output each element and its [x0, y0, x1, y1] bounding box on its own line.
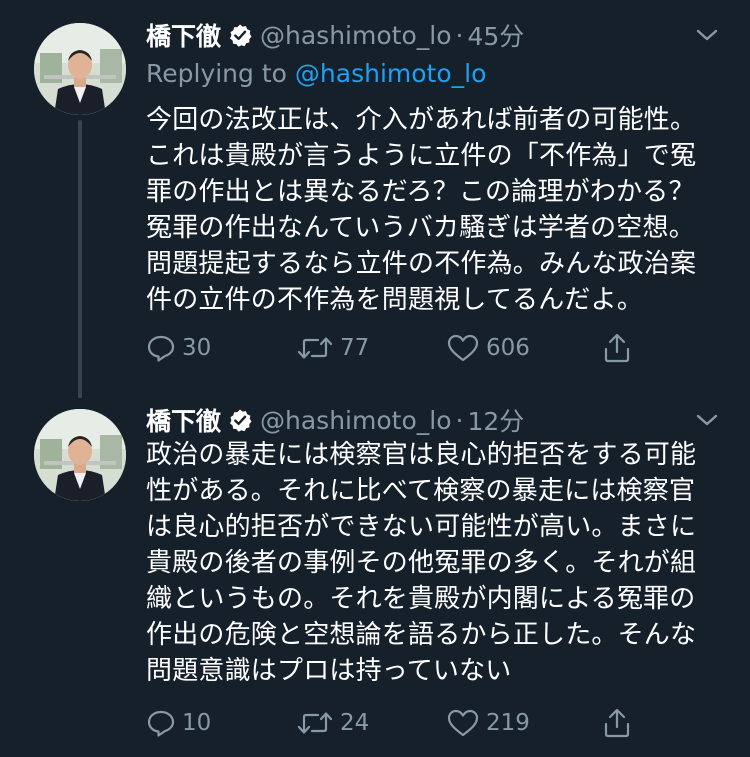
- reply-count: 10: [182, 710, 212, 736]
- chevron-down-icon[interactable]: [694, 24, 720, 46]
- like-button[interactable]: 219: [446, 705, 596, 741]
- tweet-actions: 30 77 606: [146, 330, 720, 366]
- share-icon: [604, 333, 630, 363]
- tweet-text-line: 政治の暴走には検察官は良心的拒否をする可能: [146, 440, 697, 470]
- avatar[interactable]: [34, 409, 126, 501]
- retweet-button[interactable]: 24: [296, 705, 446, 741]
- reply-icon: [147, 710, 175, 737]
- retweet-count: 24: [340, 710, 370, 736]
- tweet-text-line: 作出の危険と空想論を語るから正した。そんな: [146, 620, 697, 650]
- author-handle[interactable]: @hashimoto_lo: [260, 406, 451, 435]
- share-button[interactable]: [601, 705, 639, 741]
- verified-badge-icon: [228, 408, 252, 432]
- verified-badge-icon: [228, 23, 252, 47]
- tweet-actions: 10 24 219: [146, 705, 720, 741]
- avatar[interactable]: [34, 23, 126, 115]
- separator-dot: ·: [455, 20, 464, 50]
- tweet[interactable]: 橋下徹 @hashimoto_lo · 12分 政治の暴走には検察官は良心的拒否…: [0, 395, 750, 757]
- tweet-text-line: 織というもの。それを貴殿が内閣による冤罪の: [146, 584, 696, 614]
- tweet-text-line: 罪の作出とは異なるだろ？この論理がわかる？: [146, 177, 695, 207]
- share-icon: [604, 708, 630, 738]
- tweet-text-line: 問題意識はプロは持っていない: [146, 656, 512, 686]
- replying-to: Replying to @hashimoto_lo: [146, 56, 720, 92]
- tweet-text-line: 問題提起するなら立件の不作為。みんな政治案: [146, 249, 697, 279]
- reply-button[interactable]: 30: [146, 330, 296, 366]
- tweet-text-line: 貴殿の後者の事例その他冤罪の多く。それが組: [146, 548, 697, 578]
- tweet-text: 今回の法改正は、介入があれば前者の可能性。 これは貴殿が言うように立件の「不作為…: [146, 102, 706, 318]
- tweet-text-line: は良心的拒否ができない可能性が高い。まさに: [146, 512, 697, 542]
- reply-count: 30: [182, 335, 212, 361]
- separator-dot: ·: [455, 405, 464, 435]
- share-button[interactable]: [601, 330, 639, 366]
- heart-icon: [447, 334, 479, 362]
- retweet-icon: [297, 712, 333, 734]
- tweet-header: 橋下徹 @hashimoto_lo · 45分: [146, 18, 720, 52]
- tweet-timestamp[interactable]: 45分: [467, 17, 524, 53]
- tweet-text-line: 性がある。それに比べて検察の暴走には検察官: [146, 476, 696, 506]
- like-count: 606: [486, 335, 530, 361]
- tweet-header: 橋下徹 @hashimoto_lo · 12分: [146, 403, 720, 437]
- like-count: 219: [486, 710, 530, 736]
- tweet-text-line: 件の立件の不作為を問題視してるんだよ。: [146, 285, 644, 315]
- tweet-text-line: これは貴殿が言うように立件の「不作為」で冤: [146, 141, 697, 171]
- thread-connector-line: [78, 120, 82, 398]
- author-name[interactable]: 橋下徹: [146, 17, 221, 53]
- tweet-text-line: 今回の法改正は、介入があれば前者の可能性。: [146, 105, 697, 135]
- like-button[interactable]: 606: [446, 330, 596, 366]
- tweet[interactable]: 橋下徹 @hashimoto_lo · 45分 Replying to @has…: [0, 0, 750, 398]
- tweet-timestamp[interactable]: 12分: [467, 402, 524, 438]
- chevron-down-icon[interactable]: [694, 409, 720, 431]
- heart-icon: [447, 709, 479, 737]
- retweet-count: 77: [340, 335, 370, 361]
- retweet-icon: [297, 337, 333, 359]
- reply-button[interactable]: 10: [146, 705, 296, 741]
- tweet-text-line: 冤罪の作出なんていうバカ騒ぎは学者の空想。: [146, 213, 695, 243]
- tweet-text: 政治の暴走には検察官は良心的拒否をする可能 性がある。それに比べて検察の暴走には…: [146, 437, 706, 689]
- author-handle[interactable]: @hashimoto_lo: [260, 21, 451, 50]
- reply-icon: [147, 335, 175, 362]
- replying-to-link[interactable]: @hashimoto_lo: [295, 59, 486, 88]
- replying-to-label: Replying to: [146, 59, 287, 88]
- retweet-button[interactable]: 77: [296, 330, 446, 366]
- author-name[interactable]: 橋下徹: [146, 402, 221, 438]
